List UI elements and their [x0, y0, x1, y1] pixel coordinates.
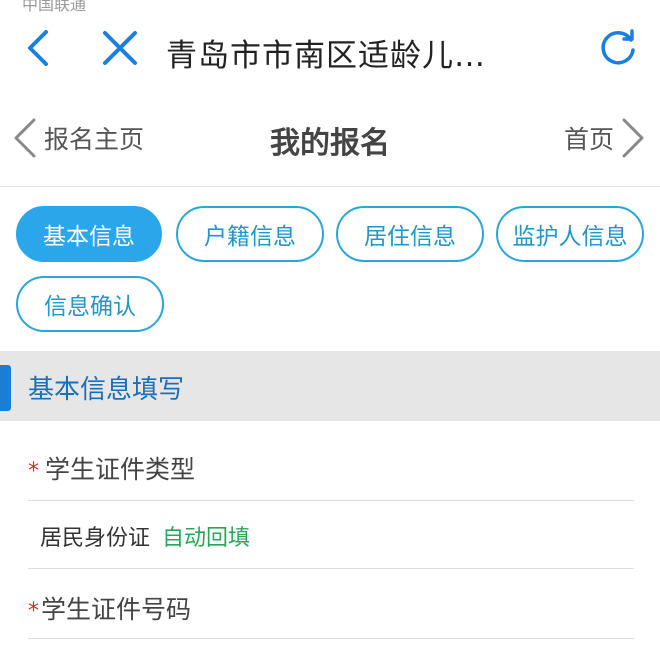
chevron-right-icon: [622, 118, 644, 158]
home-link[interactable]: 首页: [564, 118, 646, 158]
student-id-type-label: * 学生证件类型: [28, 450, 195, 486]
student-id-type-label-text: 学生证件类型: [45, 455, 196, 484]
app-header: 报名主页 我的报名 首页: [0, 100, 660, 187]
divider: [28, 500, 634, 501]
step-tabs: 基本信息 户籍信息 居住信息 监护人信息 信息确认: [16, 206, 656, 336]
autofill-hint: 自动回填: [162, 526, 251, 551]
student-id-type-value-row[interactable]: 居民身份证 自动回填: [40, 520, 250, 552]
chevron-left-icon: [28, 30, 48, 66]
student-id-type-value: 居民身份证: [40, 526, 151, 551]
home-link-label: 首页: [563, 125, 614, 154]
status-bar-carrier: 中国联通: [22, 0, 87, 14]
required-mark: *: [28, 459, 39, 484]
browser-page-title: 青岛市市南区适龄儿…: [166, 38, 486, 74]
tab-basic-info[interactable]: 基本信息: [16, 206, 162, 262]
browser-close-button[interactable]: [100, 28, 140, 68]
student-id-number-label: *学生证件号码: [28, 590, 191, 626]
browser-bar: 中国联通 青岛市市南区适龄儿…: [0, 0, 660, 100]
section-header: 基本信息填写: [0, 351, 660, 421]
page: 中国联通 青岛市市南区适龄儿… 报名主页 我的报名 首页 基本信息 户籍信息 居…: [0, 0, 660, 645]
browser-refresh-button[interactable]: [598, 28, 638, 68]
student-id-number-label-text: 学生证件号码: [41, 595, 192, 624]
required-mark: *: [28, 599, 39, 624]
page-title: 我的报名: [270, 126, 390, 161]
section-title: 基本信息填写: [28, 375, 185, 405]
tab-residence-info[interactable]: 居住信息: [336, 206, 484, 262]
tab-info-confirmation[interactable]: 信息确认: [16, 276, 164, 332]
section-accent-bar: [0, 365, 11, 411]
tab-guardian-info[interactable]: 监护人信息: [496, 206, 644, 262]
refresh-icon: [601, 29, 635, 65]
tab-household-registration[interactable]: 户籍信息: [176, 206, 324, 262]
divider: [28, 568, 634, 569]
divider: [28, 638, 634, 639]
browser-back-button[interactable]: [22, 28, 54, 68]
close-icon: [103, 31, 137, 65]
